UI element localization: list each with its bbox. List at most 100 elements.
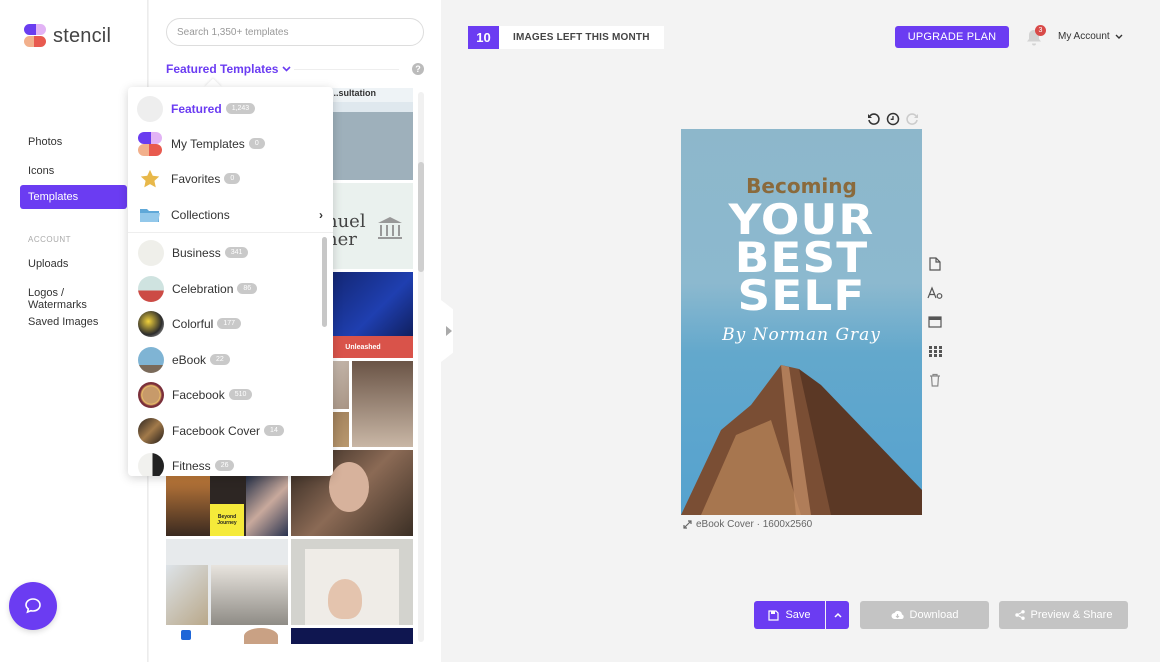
save-options-button[interactable] [826, 601, 849, 629]
scrollbar-thumb[interactable] [418, 162, 424, 272]
dropdown-category-fitness[interactable]: Fitness 26 [128, 448, 333, 476]
nav-item-uploads[interactable]: Uploads [20, 252, 127, 276]
tile-text: Beyond Journey [210, 504, 244, 536]
template-tile-night-sky[interactable] [291, 628, 413, 644]
folder-icon [137, 202, 163, 228]
bank-icon [378, 217, 402, 239]
tile-face [329, 462, 369, 512]
cover-title-line: SELF [737, 271, 866, 320]
cover-author[interactable]: By Norman Gray [681, 325, 922, 345]
canvas-size-label: eBook Cover · 1600x2560 [696, 519, 813, 530]
layout-icon[interactable] [927, 314, 943, 330]
template-search-input[interactable] [166, 18, 424, 46]
text-style-icon[interactable] [927, 285, 943, 301]
credits-label: IMAGES LEFT THIS MONTH [499, 26, 664, 49]
floppy-disk-icon [768, 609, 780, 621]
history-icon[interactable] [885, 111, 901, 127]
nav-item-icons[interactable]: Icons [20, 159, 127, 183]
design-canvas[interactable]: Becoming YOUR BEST SELF By Norman Gray [681, 129, 922, 515]
dropdown-item-my-templates[interactable]: My Templates 0 [128, 126, 333, 161]
download-button[interactable]: Download [860, 601, 989, 629]
dropdown-category-celebration[interactable]: Celebration 86 [128, 271, 333, 306]
page-icon[interactable] [927, 256, 943, 272]
dropdown-category-colorful[interactable]: Colorful 177 [128, 306, 333, 341]
chat-button[interactable] [9, 582, 57, 630]
template-tile-podcast-microphone[interactable] [291, 539, 413, 625]
grid-icon[interactable] [927, 343, 943, 359]
save-button[interactable]: Save [754, 601, 825, 629]
credits-count: 10 [468, 26, 499, 49]
template-tile-interior-collage[interactable] [166, 539, 288, 625]
undo-icon[interactable] [866, 111, 882, 127]
dropdown-category-facebook-cover[interactable]: Facebook Cover 14 [128, 413, 333, 448]
stencil-logo-icon [24, 24, 46, 48]
category-selector-label: Featured Templates [166, 62, 279, 76]
dropdown-category-ebook[interactable]: eBook 22 [128, 342, 333, 377]
image-credits: 10 IMAGES LEFT THIS MONTH [468, 26, 664, 49]
count-badge: 510 [228, 389, 253, 400]
tile-face [328, 579, 362, 619]
category-label: Business [172, 245, 221, 260]
colorful-thumb-icon [138, 310, 164, 337]
chevron-down-icon [282, 66, 292, 72]
count-badge: 26 [214, 460, 235, 471]
dropdown-scrollbar[interactable] [322, 237, 327, 327]
facebook-thumb-icon [138, 381, 164, 408]
account-label: My Account [1058, 31, 1110, 42]
ebook-thumb-icon [138, 346, 164, 373]
nav-item-templates[interactable]: Templates [20, 185, 127, 209]
trash-icon[interactable] [927, 372, 943, 388]
featured-thumb-icon [137, 95, 163, 122]
dropdown-item-collections[interactable]: Collections › [128, 197, 333, 232]
canvas-side-toolbar [927, 256, 943, 388]
expand-arrow-icon[interactable] [446, 326, 452, 336]
stencil-logo-icon [137, 131, 163, 157]
upgrade-plan-button[interactable]: UPGRADE PLAN [895, 26, 1009, 48]
count-badge: 177 [217, 318, 242, 329]
category-label: Fitness [172, 458, 211, 473]
dropdown-item-favorites[interactable]: Favorites 0 [128, 161, 333, 196]
tile-photo [166, 476, 210, 536]
dropdown-category-business[interactable]: Business 341 [128, 235, 333, 270]
notification-badge: 3 [1035, 25, 1046, 36]
category-label: Facebook Cover [172, 423, 261, 438]
dropdown-item-label: Featured [171, 101, 222, 116]
nav-item-photos[interactable]: Photos [20, 130, 127, 154]
dropdown-divider [128, 232, 333, 233]
help-icon[interactable]: ? [412, 63, 424, 75]
dropdown-item-featured[interactable]: Featured 1,243 [128, 91, 333, 126]
cover-title[interactable]: YOUR BEST SELF [681, 199, 922, 320]
history-toolbar [866, 111, 920, 127]
facebook-cover-thumb-icon [138, 417, 164, 444]
category-label: eBook [172, 352, 207, 367]
category-label: Celebration [172, 281, 234, 296]
nav-item-logos-watermarks[interactable]: Logos / Watermarks [20, 281, 127, 311]
skyscraper-image[interactable] [681, 365, 922, 515]
count-badge: 341 [224, 247, 249, 258]
tile-photo [352, 361, 413, 447]
celebration-thumb-icon [138, 275, 164, 302]
dropdown-category-facebook[interactable]: Facebook 510 [128, 377, 333, 412]
resize-icon [683, 520, 692, 529]
share-icon [1014, 610, 1025, 620]
share-label: Preview & Share [1030, 609, 1113, 621]
canvas-size-info[interactable]: eBook Cover · 1600x2560 [683, 519, 812, 530]
preview-share-button[interactable]: Preview & Share [999, 601, 1128, 629]
template-tile-profile-portrait[interactable] [166, 628, 288, 644]
fitness-thumb-icon [138, 452, 164, 476]
nav-item-saved-images[interactable]: Saved Images [20, 310, 127, 334]
redo-icon[interactable] [904, 111, 920, 127]
count-badge: 86 [237, 283, 258, 294]
chat-bubble-icon [25, 598, 41, 614]
template-tile-beyond-journey-collage[interactable]: Beyond Journey [166, 476, 288, 536]
template-grid-scrollbar[interactable] [418, 92, 424, 642]
dropdown-item-label: Favorites [171, 171, 221, 186]
app-name: stencil [53, 24, 112, 47]
stencil-logo[interactable]: stencil [24, 24, 111, 48]
chevron-right-icon: › [319, 207, 323, 222]
my-account-menu[interactable]: My Account [1058, 31, 1123, 42]
download-label: Download [909, 609, 959, 621]
category-selector[interactable]: Featured Templates [166, 62, 292, 76]
star-icon [137, 166, 163, 192]
dropdown-item-label: My Templates [171, 136, 245, 151]
